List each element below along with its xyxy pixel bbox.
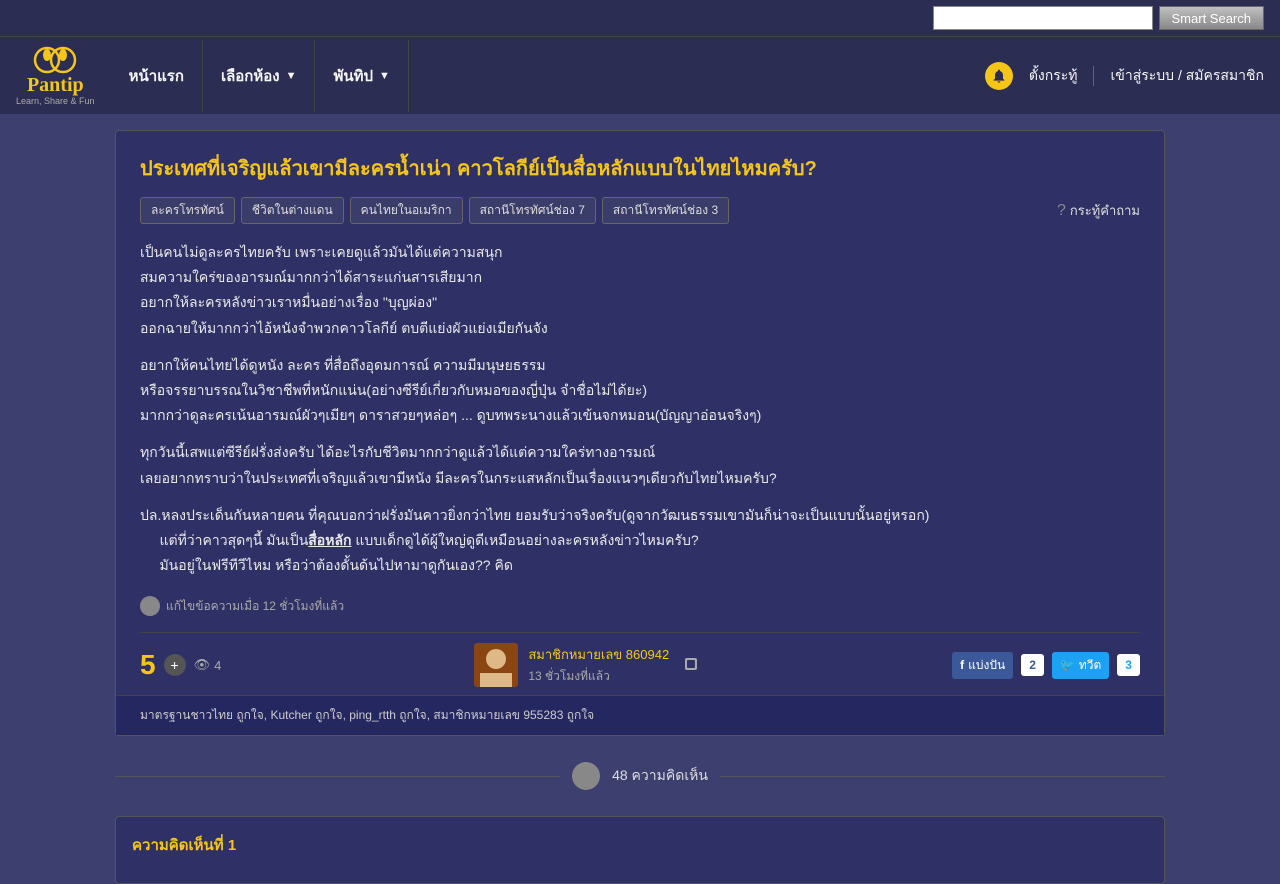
comments-line-right	[720, 776, 1165, 777]
likes-text: มาตรฐานชาวไทย ถูกใจ, Kutcher ถูกใจ, ping…	[140, 708, 594, 722]
rooms-chevron-icon: ▼	[286, 70, 297, 82]
question-title: ประเทศที่เจริญแล้วเขามีละครน้ำเน่า คาวโล…	[140, 155, 1140, 183]
pantip-chevron-icon: ▼	[379, 70, 390, 82]
comments-count-label: 48 ความคิดเห็น	[612, 765, 708, 787]
nav-link-rooms[interactable]: เลือกห้อง ▼	[203, 40, 316, 112]
edit-note-text: แก้ไขข้อความเมื่อ 12 ชั่วโมงที่แล้ว	[166, 597, 344, 616]
search-area: Smart Search	[933, 6, 1264, 30]
nav-left: Pantip Learn, Share & Fun หน้าแรก เลือกห…	[0, 37, 409, 114]
eye-count: 4	[214, 658, 221, 673]
tag-channel7[interactable]: สถานีโทรทัศน์ช่อง 7	[469, 197, 596, 224]
facebook-share-button[interactable]: f แบ่งปัน	[952, 652, 1013, 679]
fb-share-label: แบ่งปัน	[968, 656, 1005, 675]
tag-drama[interactable]: ละครโทรทัศน์	[140, 197, 235, 224]
smart-search-button[interactable]: Smart Search	[1159, 6, 1264, 30]
nav-divider	[1093, 66, 1094, 86]
nav-link-home-label: หน้าแรก	[129, 64, 184, 88]
search-input[interactable]	[933, 6, 1153, 30]
body-paragraph-1: เป็นคนไม่ดูละครไทยครับ เพราะเคยดูแล้วมัน…	[140, 240, 1140, 341]
pantip-logo-icon	[33, 45, 77, 75]
login-button[interactable]: เข้าสู่ระบบ / สมัครสมาชิก	[1110, 65, 1264, 87]
comments-avatar-icon	[572, 762, 600, 790]
user-name: สมาชิกหมายเลข 860942	[528, 644, 669, 665]
question-card: ประเทศที่เจริญแล้วเขามีละครน้ำเน่า คาวโล…	[115, 130, 1165, 736]
user-avatar-image	[474, 643, 518, 687]
nav-link-pantip[interactable]: พันทิป ▼	[315, 40, 408, 112]
ask-label-area: ? กระทู้คำถาม	[1057, 200, 1140, 221]
user-time: 13 ชั่วโมงที่แล้ว	[528, 667, 669, 686]
twitter-share-button[interactable]: 🐦 ทวีต	[1052, 652, 1109, 679]
create-post-label: ตั้งกระทู้	[1029, 65, 1078, 87]
notification-icon[interactable]	[985, 62, 1013, 90]
comments-header: 48 ความคิดเห็น	[115, 752, 1165, 800]
vote-up-button[interactable]: +	[164, 654, 186, 676]
tag-channel3[interactable]: สถานีโทรทัศน์ช่อง 3	[602, 197, 729, 224]
twitter-share-count: 3	[1117, 654, 1140, 676]
nav-link-rooms-label: เลือกห้อง	[221, 64, 280, 88]
facebook-share-count: 2	[1021, 654, 1044, 676]
body-paragraph-3: ทุกวันนี้เสพแต่ซีรีย์ฝรั่งส่งครับ ได้อะไ…	[140, 440, 1140, 490]
first-comment-title: ความคิดเห็นที่ 1	[132, 833, 1148, 857]
vote-area: 5 + 👁 4	[140, 649, 221, 681]
comment-box: ความคิดเห็นที่ 1	[115, 816, 1165, 884]
question-mark-icon: ?	[1057, 202, 1066, 220]
eye-icon: 👁	[194, 657, 211, 673]
post-footer: 5 + 👁 4 สมาชิกหมายเลข 860942 13 ชั่วโมงท…	[140, 632, 1140, 695]
comments-line-left	[115, 776, 560, 777]
user-avatar	[474, 643, 518, 687]
nav-right: ตั้งกระทู้ เข้าสู่ระบบ / สมัครสมาชิก	[985, 62, 1280, 90]
user-info: สมาชิกหมายเลข 860942 13 ชั่วโมงที่แล้ว	[528, 644, 669, 686]
logo-text: Pantip	[27, 75, 84, 95]
likes-footer: มาตรฐานชาวไทย ถูกใจ, Kutcher ถูกใจ, ping…	[116, 695, 1164, 735]
comments-section: 48 ความคิดเห็น	[115, 752, 1165, 800]
create-post-button[interactable]: ตั้งกระทู้	[1029, 65, 1078, 87]
ask-label: กระทู้คำถาม	[1070, 200, 1140, 221]
share-area: f แบ่งปัน 2 🐦 ทวีต 3	[952, 652, 1140, 679]
user-area: สมาชิกหมายเลข 860942 13 ชั่วโมงที่แล้ว	[474, 643, 699, 687]
user-badge-icon	[683, 656, 699, 675]
body-ps: ปล.หลงประเด็นกันหลายคน ที่คุณบอกว่าฝรั่ง…	[140, 503, 1140, 579]
body-paragraph-2: อยากให้คนไทยได้ดูหนัง ละคร ที่สื่อถึงอุด…	[140, 353, 1140, 429]
tag-abroad[interactable]: ชีวิตในต่างแดน	[241, 197, 344, 224]
twitter-icon: 🐦	[1060, 658, 1075, 672]
bold-highlight: สื่อหลัก	[308, 532, 351, 548]
tweet-label: ทวีต	[1079, 656, 1101, 675]
nav-link-pantip-label: พันทิป	[333, 64, 373, 88]
edit-note: แก้ไขข้อความเมื่อ 12 ชั่วโมงที่แล้ว	[140, 596, 1140, 616]
logo-tagline: Learn, Share & Fun	[16, 96, 95, 106]
edit-avatar-icon	[140, 596, 160, 616]
tags-row: ละครโทรทัศน์ ชีวิตในต่างแดน คนไทยในอเมริ…	[140, 197, 1140, 224]
vote-count: 5	[140, 649, 156, 681]
login-label: เข้าสู่ระบบ / สมัครสมาชิก	[1110, 65, 1264, 87]
logo-area[interactable]: Pantip Learn, Share & Fun	[0, 37, 111, 114]
tag-thai-america[interactable]: คนไทยในอเมริกา	[350, 197, 463, 224]
main-nav: Pantip Learn, Share & Fun หน้าแรก เลือกห…	[0, 36, 1280, 114]
nav-links: หน้าแรก เลือกห้อง ▼ พันทิป ▼	[111, 40, 409, 112]
fb-icon: f	[960, 658, 964, 672]
top-bar: Smart Search	[0, 0, 1280, 36]
eye-area: 👁 4	[194, 657, 222, 673]
nav-link-home[interactable]: หน้าแรก	[111, 40, 203, 112]
question-body: เป็นคนไม่ดูละครไทยครับ เพราะเคยดูแล้วมัน…	[140, 240, 1140, 578]
